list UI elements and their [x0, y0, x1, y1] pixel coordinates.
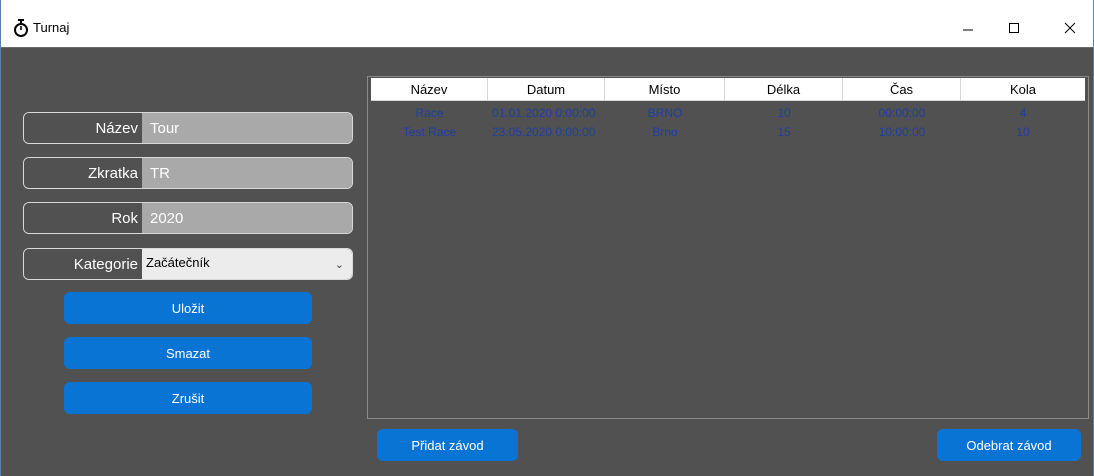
close-button[interactable]: [1047, 12, 1093, 44]
remove-race-button[interactable]: Odebrat závod: [937, 429, 1081, 461]
category-label: Kategorie: [24, 249, 142, 279]
app-window: Turnaj Název Tour Zkratka TR Rok 2020 Ka…: [0, 0, 1094, 476]
client-area: Název Tour Zkratka TR Rok 2020 Kategorie…: [1, 47, 1093, 476]
minimize-button[interactable]: [945, 12, 991, 44]
cell-length: 15: [777, 124, 791, 139]
year-input[interactable]: 2020: [142, 203, 352, 233]
title-bar: Turnaj: [1, 0, 1093, 47]
category-selected-value: Začátečník: [146, 255, 210, 270]
table-header: Název Datum Místo Délka Čas Kola: [371, 78, 1085, 101]
races-table[interactable]: Název Datum Místo Délka Čas Kola Race 01…: [367, 76, 1089, 419]
abbreviation-field: Zkratka TR: [23, 157, 353, 189]
cell-date: 23.05.2020 0:00:00: [492, 124, 596, 139]
column-header-time[interactable]: Čas: [843, 78, 961, 100]
table-row[interactable]: Test Race 23.05.2020 0:00:00 Brno 15 10:…: [371, 122, 1085, 141]
year-label: Rok: [24, 203, 142, 233]
name-field: Název Tour: [23, 112, 353, 144]
cell-name: Race: [415, 105, 444, 120]
close-icon: [1064, 22, 1076, 34]
minimize-icon: [963, 29, 973, 31]
save-button[interactable]: Uložit: [64, 292, 312, 324]
abbreviation-label: Zkratka: [24, 158, 142, 188]
add-race-button[interactable]: Přidat závod: [377, 429, 518, 461]
column-header-laps[interactable]: Kola: [961, 78, 1085, 100]
cell-time: 10:00:00: [878, 124, 926, 139]
maximize-button[interactable]: [991, 12, 1037, 44]
category-select[interactable]: Začátečník ⌄: [142, 249, 352, 279]
column-header-date[interactable]: Datum: [488, 78, 605, 100]
cell-place: BRNO: [647, 105, 683, 120]
abbreviation-input[interactable]: TR: [142, 158, 352, 188]
table-row[interactable]: Race 01.01.2020 0:00:00 BRNO 10 00:00:00…: [371, 103, 1085, 122]
cell-laps: 10: [1016, 124, 1030, 139]
cancel-button[interactable]: Zrušit: [64, 382, 312, 414]
maximize-icon: [1009, 23, 1019, 33]
stopwatch-icon: [14, 19, 28, 37]
cell-date: 01.01.2020 0:00:00: [492, 105, 596, 120]
cell-time: 00:00:00: [878, 105, 926, 120]
delete-button[interactable]: Smazat: [64, 337, 312, 369]
chevron-down-icon: ⌄: [334, 259, 344, 271]
category-field: Kategorie Začátečník ⌄: [23, 248, 353, 280]
window-title: Turnaj: [33, 20, 70, 35]
cell-place: Brno: [652, 124, 678, 139]
cell-laps: 4: [1019, 105, 1027, 120]
column-header-length[interactable]: Délka: [725, 78, 843, 100]
cell-length: 10: [777, 105, 791, 120]
name-input[interactable]: Tour: [142, 113, 352, 143]
name-label: Název: [24, 113, 142, 143]
year-field: Rok 2020: [23, 202, 353, 234]
column-header-place[interactable]: Místo: [605, 78, 725, 100]
cell-name: Test Race: [402, 124, 457, 139]
column-header-name[interactable]: Název: [371, 78, 488, 100]
